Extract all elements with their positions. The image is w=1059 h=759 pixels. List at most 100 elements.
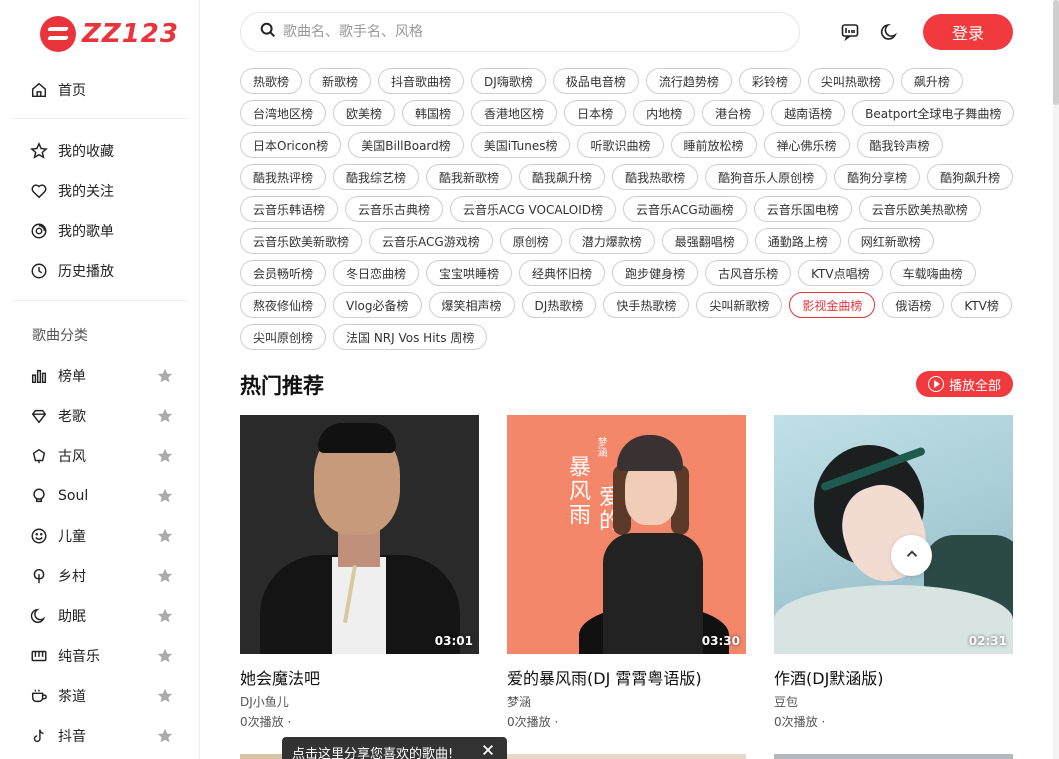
chart-tag[interactable]: 美国iTunes榜	[470, 132, 571, 158]
chart-tag[interactable]: 潜力爆款榜	[568, 228, 655, 254]
chart-tag[interactable]: 彩铃榜	[738, 68, 801, 94]
chart-tag[interactable]: 酷我新歌榜	[426, 164, 513, 190]
song-title[interactable]: 爱的暴风雨(DJ 霄霄粤语版)	[507, 665, 746, 689]
chart-tag[interactable]: 俄语榜	[882, 292, 945, 318]
chart-tag[interactable]: 听歌识曲榜	[577, 132, 664, 158]
chart-tag[interactable]: 酷我铃声榜	[856, 132, 943, 158]
chart-tag[interactable]: 云音乐国电榜	[753, 196, 852, 222]
chart-tag[interactable]: 尖叫原创榜	[240, 324, 327, 350]
chart-tag[interactable]: KTV榜	[951, 292, 1012, 318]
chart-tag[interactable]: 越南语榜	[771, 100, 846, 126]
song-card[interactable]: 02:31 作酒(DJ默涵版) 豆包 0次播放 ·	[774, 415, 1013, 730]
search-bar[interactable]	[240, 12, 800, 52]
chart-tag[interactable]: 尖叫热歌榜	[807, 68, 894, 94]
song-title[interactable]: 作酒(DJ默涵版)	[774, 665, 1013, 689]
chart-tag[interactable]: DJ嗨歌榜	[471, 68, 546, 94]
song-card[interactable]: 暴风雨 爱的 梦涵 03:30 爱的暴风雨(DJ 霄霄粤语版) 梦涵 0次播放 …	[507, 415, 746, 730]
chart-tag[interactable]: 新歌榜	[309, 68, 372, 94]
nav-history[interactable]: 历史播放	[30, 259, 190, 283]
category-instrumental[interactable]: 纯音乐	[30, 644, 190, 668]
chart-tag[interactable]: 最强翻唱榜	[661, 228, 748, 254]
song-cover-partial[interactable]	[774, 754, 1013, 759]
chart-tag[interactable]: 宝宝哄睡榜	[426, 260, 513, 286]
star-icon[interactable]	[156, 687, 174, 705]
chart-tag[interactable]: 日本Oricon榜	[240, 132, 342, 158]
chart-tag[interactable]: 云音乐ACG游戏榜	[369, 228, 493, 254]
chart-tag[interactable]: DJ热歌榜	[521, 292, 597, 318]
chart-tag[interactable]: 酷我热评榜	[240, 164, 327, 190]
star-icon[interactable]	[156, 367, 174, 385]
star-icon[interactable]	[156, 647, 174, 665]
star-icon[interactable]	[156, 407, 174, 425]
chart-tag[interactable]: 热歌榜	[240, 68, 303, 94]
category-charts[interactable]: 榜单	[30, 364, 190, 388]
language-icon[interactable]	[840, 22, 860, 42]
dark-mode-icon[interactable]	[880, 22, 900, 42]
chart-tag[interactable]: 冬日恋曲榜	[333, 260, 420, 286]
chart-tag[interactable]: 港台榜	[702, 100, 765, 126]
chart-tag[interactable]: 会员畅听榜	[240, 260, 327, 286]
star-icon[interactable]	[156, 487, 174, 505]
star-icon[interactable]	[156, 607, 174, 625]
chart-tag[interactable]: 酷狗飙升榜	[927, 164, 1014, 190]
site-logo[interactable]: ZZ123	[40, 14, 179, 54]
chart-tag[interactable]: 日本榜	[564, 100, 627, 126]
chart-tag[interactable]: 影视金曲榜	[789, 292, 876, 318]
chart-tag[interactable]: 抖音歌曲榜	[378, 68, 465, 94]
chart-tag[interactable]: 云音乐ACG VOCALOID榜	[450, 196, 617, 222]
back-to-top-button[interactable]	[891, 535, 932, 576]
category-soul[interactable]: Soul	[30, 484, 190, 508]
chart-tag[interactable]: 内地榜	[633, 100, 696, 126]
chart-tag[interactable]: 酷我热歌榜	[612, 164, 699, 190]
chart-tag[interactable]: 台湾地区榜	[240, 100, 327, 126]
chart-tag[interactable]: 韩国榜	[402, 100, 465, 126]
chart-tag[interactable]: 云音乐欧美新歌榜	[240, 228, 363, 254]
chart-tag[interactable]: Beatport全球电子舞曲榜	[852, 100, 1015, 126]
song-cover[interactable]: 暴风雨 爱的 梦涵 03:30	[507, 415, 746, 654]
nav-favorites[interactable]: 我的收藏	[30, 139, 190, 163]
star-icon[interactable]	[156, 527, 174, 545]
chart-tag[interactable]: 云音乐欧美热歌榜	[858, 196, 981, 222]
chart-tag[interactable]: 禅心佛乐榜	[763, 132, 850, 158]
category-tea[interactable]: 茶道	[30, 684, 190, 708]
chart-tag[interactable]: 车载嗨曲榜	[889, 260, 976, 286]
play-all-button[interactable]: 播放全部	[916, 371, 1013, 397]
star-icon[interactable]	[156, 447, 174, 465]
category-ancient[interactable]: 古风	[30, 444, 190, 468]
search-input[interactable]	[283, 24, 763, 40]
category-douyin[interactable]: 抖音	[30, 724, 190, 748]
chart-tag[interactable]: 云音乐韩语榜	[240, 196, 339, 222]
chart-tag[interactable]: KTV点唱榜	[798, 260, 883, 286]
category-kids[interactable]: 儿童	[30, 524, 190, 548]
category-country[interactable]: 乡村	[30, 564, 190, 588]
chart-tag[interactable]: 云音乐ACG动画榜	[623, 196, 747, 222]
chart-tag[interactable]: 酷我飙升榜	[519, 164, 606, 190]
chart-tag[interactable]: 香港地区榜	[471, 100, 558, 126]
song-artist[interactable]: DJ小鱼儿	[240, 693, 479, 710]
chart-tag[interactable]: 云音乐古典榜	[345, 196, 444, 222]
chart-tag[interactable]: 飙升榜	[900, 68, 963, 94]
chart-tag[interactable]: Vlog必备榜	[333, 292, 422, 318]
chart-tag[interactable]: 酷狗分享榜	[834, 164, 921, 190]
song-artist[interactable]: 梦涵	[507, 693, 746, 710]
close-icon[interactable]	[481, 743, 497, 759]
chart-tag[interactable]: 快手热歌榜	[603, 292, 690, 318]
song-cover[interactable]: 02:31	[774, 415, 1013, 654]
chart-tag[interactable]: 通勤路上榜	[754, 228, 841, 254]
chart-tag[interactable]: 美国BillBoard榜	[348, 132, 464, 158]
chart-tag[interactable]: 尖叫新歌榜	[696, 292, 783, 318]
song-title[interactable]: 她会魔法吧	[240, 665, 479, 689]
nav-home[interactable]: 首页	[30, 78, 190, 102]
star-icon[interactable]	[156, 727, 174, 745]
category-oldies[interactable]: 老歌	[30, 404, 190, 428]
category-sleep[interactable]: 助眠	[30, 604, 190, 628]
song-cover-partial[interactable]	[507, 754, 746, 759]
chart-tag[interactable]: 跑步健身榜	[612, 260, 699, 286]
chart-tag[interactable]: 欧美榜	[333, 100, 396, 126]
chart-tag[interactable]: 法国 NRJ Vos Hits 周榜	[333, 324, 488, 350]
nav-following[interactable]: 我的关注	[30, 179, 190, 203]
chart-tag[interactable]: 网红新歌榜	[847, 228, 934, 254]
login-button[interactable]: 登录	[923, 14, 1013, 50]
chart-tag[interactable]: 经典怀旧榜	[519, 260, 606, 286]
song-cover[interactable]: 03:01	[240, 415, 479, 654]
